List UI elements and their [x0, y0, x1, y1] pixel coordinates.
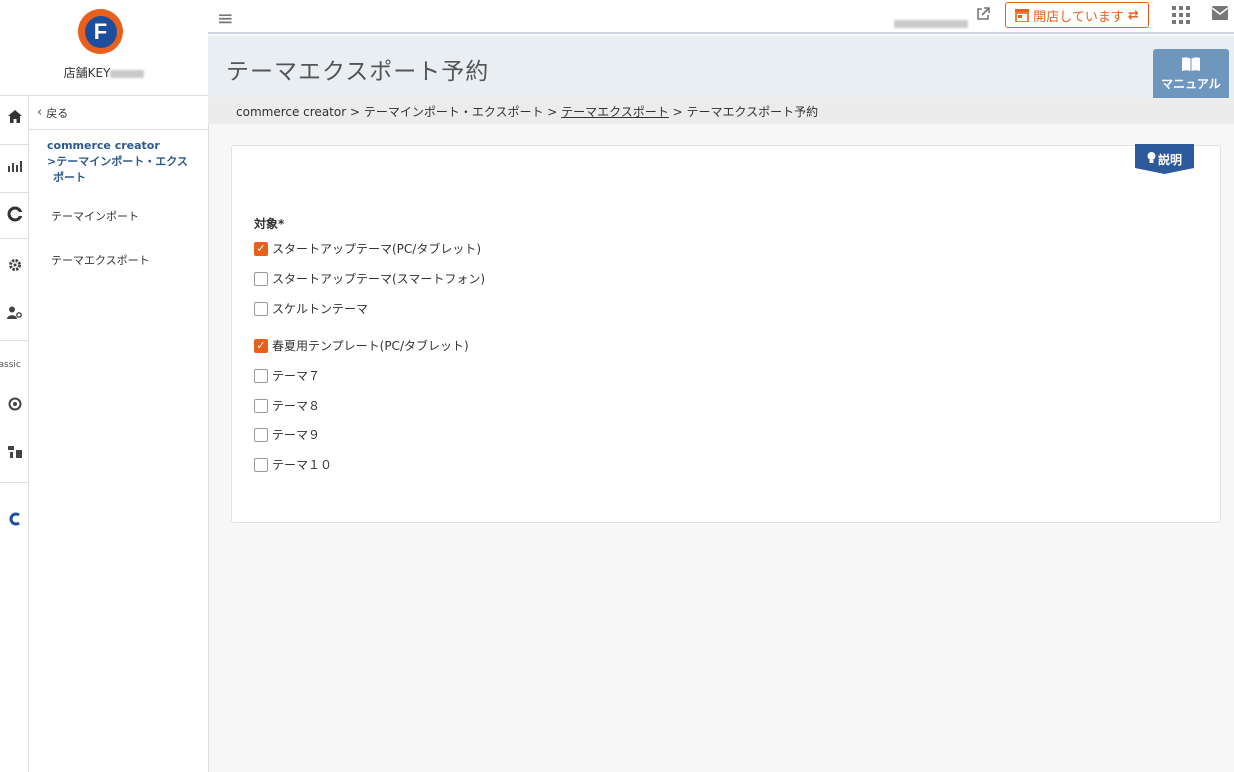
manual-button[interactable]: マニュアル: [1153, 49, 1229, 103]
back-label: 戻る: [46, 106, 69, 120]
rail-divider: [0, 192, 29, 193]
checkbox[interactable]: [254, 271, 268, 286]
user-settings-icon[interactable]: [0, 306, 29, 319]
lightbulb-icon: [1147, 151, 1156, 167]
creator-c-icon[interactable]: [0, 512, 29, 526]
checkbox-checked[interactable]: ✓: [254, 338, 268, 353]
target-field-label: 対象*: [254, 217, 285, 231]
section-title-line: ポート: [53, 171, 86, 184]
section-title: commerce creator >テーマインポート・エクス ポート: [47, 138, 197, 186]
rail-divider: [0, 340, 29, 341]
checkbox[interactable]: [254, 398, 268, 413]
classic-store-icon[interactable]: [0, 444, 29, 458]
option-label: スタートアップテーマ(PC/タブレット): [272, 242, 482, 256]
option-theme-10[interactable]: テーマ１０: [254, 456, 332, 473]
external-link-icon[interactable]: [976, 7, 990, 25]
store-status-button[interactable]: 開店しています ⇄: [1005, 2, 1149, 28]
option-spring-summer-pc[interactable]: ✓ 春夏用テンプレート(PC/タブレット): [254, 337, 469, 354]
store-status-label: 開店しています: [1033, 9, 1124, 25]
manual-label: マニュアル: [1161, 77, 1221, 91]
breadcrumb-current: > テーマエクスポート予約: [668, 104, 819, 119]
page-header: テーマエクスポート予約 マニュアル: [208, 36, 1234, 103]
shop-logo[interactable]: F: [78, 9, 123, 54]
option-startup-sp[interactable]: スタートアップテーマ(スマートフォン): [254, 270, 485, 287]
option-label: 春夏用テンプレート(PC/タブレット): [272, 339, 469, 353]
menu-icon[interactable]: ≡: [217, 6, 234, 30]
option-theme-8[interactable]: テーマ８: [254, 397, 320, 414]
breadcrumb-part: commerce creator > テーマインポート・エクスポート >: [236, 104, 562, 119]
option-startup-pc[interactable]: ✓ スタートアップテーマ(PC/タブレット): [254, 240, 481, 257]
account-name-redacted[interactable]: [894, 13, 968, 32]
option-skeleton[interactable]: スケルトンテーマ: [254, 300, 368, 317]
classic-label: lassic: [0, 360, 21, 370]
top-bar: ≡ 開店しています ⇄: [208, 0, 1234, 34]
explain-button[interactable]: 説明: [1135, 144, 1194, 174]
option-label: スケルトンテーマ: [272, 302, 369, 316]
option-label: スタートアップテーマ(スマートフォン): [272, 272, 486, 286]
explain-label: 説明: [1157, 152, 1182, 167]
option-label: テーマ１０: [272, 458, 333, 472]
chevron-left-icon: ‹: [37, 105, 43, 120]
sub-sidebar: ‹ 戻る commerce creator >テーマインポート・エクス ポート …: [29, 96, 209, 772]
section-title-line: >テーマインポート・エクス: [47, 155, 188, 168]
classic-settings-icon[interactable]: [0, 397, 29, 411]
option-label: テーマ９: [272, 428, 321, 442]
shop-name: 店舗KEY: [0, 64, 208, 81]
store-icon: [1015, 8, 1030, 22]
checkbox-checked[interactable]: ✓: [254, 241, 268, 256]
icon-rail: lassic: [0, 96, 29, 772]
breadcrumb: commerce creator > テーマインポート・エクスポート > テーマ…: [208, 98, 1234, 124]
section-title-line: commerce creator: [47, 139, 160, 152]
gear-icon[interactable]: [0, 258, 29, 272]
checkbox[interactable]: [254, 368, 268, 383]
option-theme-9[interactable]: テーマ９: [254, 426, 320, 443]
option-label: テーマ７: [272, 369, 321, 383]
shop-name-label: 店舗KEY: [63, 66, 111, 80]
breadcrumb-link-theme-export[interactable]: テーマエクスポート: [561, 103, 669, 120]
checkbox[interactable]: [254, 427, 268, 442]
logo-letter: F: [84, 15, 117, 48]
checkbox[interactable]: [254, 457, 268, 472]
book-icon: [1153, 57, 1229, 75]
option-theme-7[interactable]: テーマ７: [254, 367, 320, 384]
sidebar-item-theme-export[interactable]: テーマエクスポート: [51, 252, 150, 268]
brand-area: F 店舗KEY: [0, 0, 208, 96]
sidebar-item-theme-import[interactable]: テーマインポート: [51, 208, 139, 224]
switch-arrows-icon: ⇄: [1127, 7, 1139, 23]
analytics-icon[interactable]: [0, 160, 29, 172]
home-icon[interactable]: [0, 110, 29, 123]
rail-divider: [0, 144, 29, 145]
mail-icon[interactable]: [1211, 6, 1229, 20]
rail-divider: [0, 482, 29, 483]
form-card: 説明 対象* ✓ スタートアップテーマ(PC/タブレット) スタートアップテーマ…: [231, 144, 1221, 523]
redacted-text: [110, 69, 145, 78]
apps-grid-icon[interactable]: [1172, 6, 1190, 24]
page-title: テーマエクスポート予約: [226, 59, 490, 85]
rail-divider: [0, 238, 29, 239]
back-link[interactable]: ‹ 戻る: [29, 96, 208, 130]
commerce-creator-icon[interactable]: [0, 206, 29, 222]
option-label: テーマ８: [272, 399, 321, 413]
checkbox[interactable]: [254, 301, 268, 316]
